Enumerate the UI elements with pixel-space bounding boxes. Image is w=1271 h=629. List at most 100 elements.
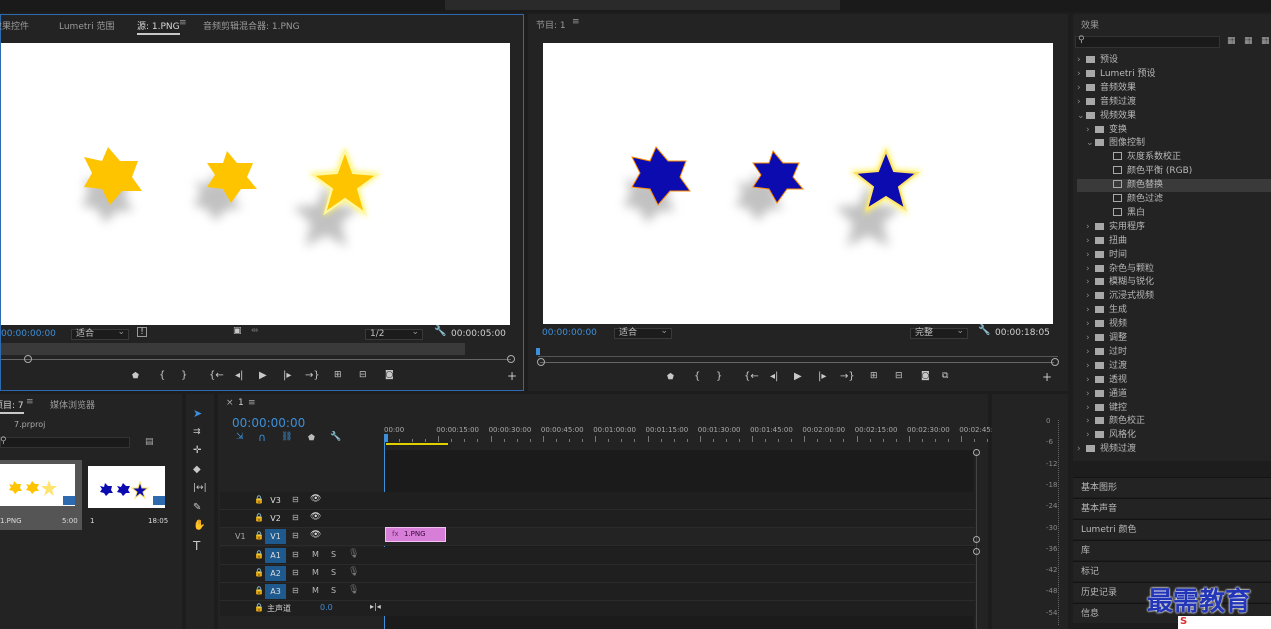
source-scrubber[interactable] <box>1 359 511 360</box>
track-target-v2[interactable]: V2 <box>265 511 286 526</box>
lock-icon[interactable]: 🔒 <box>254 550 264 559</box>
effect-item[interactable]: 颜色替换 <box>1077 179 1271 193</box>
snap-icon[interactable]: ∩ <box>258 431 266 444</box>
source-mini-ruler[interactable] <box>1 343 465 355</box>
lock-icon[interactable]: 🔒 <box>254 586 264 595</box>
effect-item[interactable]: 颜色过滤 <box>1077 193 1271 206</box>
microphone-icon[interactable]: 🎙 <box>348 585 359 595</box>
program-play-icon[interactable]: ▶ <box>794 371 802 382</box>
effect-folder[interactable]: › 视频 <box>1077 318 1271 331</box>
nest-icon[interactable]: ⇲ <box>236 432 244 442</box>
effect-folder[interactable]: › 沉浸式视频 <box>1077 290 1271 303</box>
source-video-frame[interactable] <box>1 43 510 325</box>
panel-section-header[interactable]: Lumetri 颜色 <box>1073 519 1271 539</box>
program-step-back-icon[interactable]: ◂| <box>770 371 778 382</box>
effect-folder[interactable]: › 通道 <box>1077 388 1271 401</box>
work-area-bar[interactable] <box>386 443 448 445</box>
source-playhead-timecode[interactable]: 00:00:00:00 <box>1 329 56 339</box>
effect-folder[interactable]: › 键控 <box>1077 402 1271 415</box>
mark-out-icon[interactable]: } <box>181 370 187 381</box>
add-button-icon[interactable]: + <box>507 369 517 383</box>
overwrite-clip-icon[interactable]: ⊟ <box>359 370 367 380</box>
sync-lock-icon[interactable]: ⊟ <box>292 495 299 504</box>
effect-folder[interactable]: › 颜色校正 <box>1077 415 1271 428</box>
tab-lumetri-scopes[interactable]: Lumetri 范围 <box>59 19 114 32</box>
step-back-icon[interactable]: ◂| <box>235 370 243 381</box>
wrench-icon[interactable]: 🔧 <box>434 326 446 337</box>
vscroll-handle-top[interactable] <box>973 449 980 456</box>
effect-folder[interactable]: › 过时 <box>1077 346 1271 359</box>
chevron-down-icon[interactable]: ⌄ <box>1086 137 1095 150</box>
effect-folder[interactable]: › 音频过渡 <box>1077 96 1267 109</box>
sync-lock-icon[interactable]: ⊟ <box>292 586 299 595</box>
effect-folder[interactable]: › 实用程序 <box>1077 221 1271 234</box>
track-target-v1[interactable]: V1 <box>265 529 286 544</box>
type-tool-icon[interactable]: T <box>193 539 200 553</box>
program-fit-dropdown[interactable]: 适合 <box>614 327 672 339</box>
program-scroll-handle-right[interactable] <box>1051 358 1059 366</box>
effect-item[interactable]: 灰度系数校正 <box>1077 151 1271 164</box>
timeline-settings-icon[interactable]: 🔧 <box>330 432 341 442</box>
chevron-right-icon[interactable]: › <box>1086 263 1095 276</box>
effect-folder[interactable]: › 视频过渡 <box>1077 443 1267 456</box>
new-bin-icon[interactable]: ▤ <box>145 437 154 447</box>
program-scroll-handle[interactable] <box>537 358 545 366</box>
chevron-right-icon[interactable]: › <box>1086 318 1095 331</box>
chevron-right-icon[interactable]: › <box>1086 276 1095 289</box>
lock-icon[interactable]: 🔒 <box>254 495 264 504</box>
chevron-right-icon[interactable]: › <box>1086 332 1095 345</box>
source-scroll-handle-right[interactable] <box>507 355 515 363</box>
program-camera-icon[interactable]: ◙ <box>921 371 930 381</box>
program-step-forward-icon[interactable]: |▸ <box>818 371 826 382</box>
track-target-v3[interactable]: V3 <box>265 493 286 508</box>
lift-icon[interactable]: ⊞ <box>870 371 878 381</box>
timeline-tab[interactable]: 1 <box>238 398 244 408</box>
master-volume-value[interactable]: 0.0 <box>320 603 333 612</box>
yuv-effects-icon[interactable]: ▦ <box>1261 36 1270 46</box>
effect-folder[interactable]: › 模糊与锐化 <box>1077 276 1271 289</box>
chevron-right-icon[interactable]: › <box>1077 443 1086 456</box>
chevron-right-icon[interactable]: › <box>1086 221 1095 234</box>
program-wrench-icon[interactable]: 🔧 <box>978 325 990 336</box>
sync-lock-icon[interactable]: ⊟ <box>292 531 299 540</box>
chevron-right-icon[interactable]: › <box>1077 96 1086 109</box>
chevron-right-icon[interactable]: › <box>1086 388 1095 401</box>
vscroll-handle-mid[interactable] <box>973 536 980 543</box>
chevron-right-icon[interactable]: › <box>1086 429 1095 442</box>
tab-effect-controls[interactable]: 效果控件 <box>0 19 29 32</box>
program-playhead-timecode[interactable]: 00:00:00:00 <box>542 328 597 338</box>
sync-lock-icon[interactable]: ⊟ <box>292 568 299 577</box>
chevron-right-icon[interactable]: › <box>1086 290 1095 303</box>
chevron-right-icon[interactable]: › <box>1086 374 1095 387</box>
mute-button[interactable]: M <box>312 586 319 595</box>
effect-folder[interactable]: › 变换 <box>1077 124 1271 137</box>
effect-folder[interactable]: › 风格化 <box>1077 429 1271 442</box>
chevron-right-icon[interactable]: › <box>1086 402 1095 415</box>
source-resolution-dropdown[interactable]: 1/2 <box>365 328 423 340</box>
chevron-right-icon[interactable]: › <box>1086 360 1095 373</box>
project-menu-icon[interactable]: ≡ <box>26 397 34 407</box>
effect-folder[interactable]: › 过渡 <box>1077 360 1271 373</box>
mute-button[interactable]: M <box>312 568 319 577</box>
source-settings-icon[interactable]: ! <box>137 327 147 337</box>
32bit-effects-icon[interactable]: ▦ <box>1244 36 1253 46</box>
tab-audio-clip-mixer[interactable]: 音频剪辑混合器: 1.PNG <box>203 19 300 32</box>
chevron-down-icon[interactable]: ⌄ <box>1077 110 1086 123</box>
slip-tool-icon[interactable]: |↔| <box>193 483 207 493</box>
clip-thumbnail-2[interactable]: 1 18:05 <box>86 460 168 530</box>
effects-search-input[interactable] <box>1075 36 1220 48</box>
program-go-to-in-icon[interactable]: {← <box>744 371 759 382</box>
program-mark-in-icon[interactable]: { <box>694 371 700 382</box>
play-icon[interactable]: ▶ <box>259 370 267 381</box>
lock-icon[interactable]: 🔒 <box>254 513 264 522</box>
panel-section-header[interactable]: 标记 <box>1073 561 1271 581</box>
extract-icon[interactable]: ⊟ <box>895 371 903 381</box>
chevron-right-icon[interactable]: › <box>1086 415 1095 428</box>
solo-button[interactable]: S <box>331 586 336 595</box>
program-add-button-icon[interactable]: + <box>1042 370 1052 384</box>
export-frame-icon[interactable]: ▣ <box>233 326 242 336</box>
go-to-out-icon[interactable]: →} <box>305 370 320 381</box>
linked-selection-icon[interactable]: ⛓ <box>281 432 292 442</box>
source-patch-label[interactable]: V1 <box>235 532 246 541</box>
chevron-right-icon[interactable]: › <box>1077 68 1086 81</box>
